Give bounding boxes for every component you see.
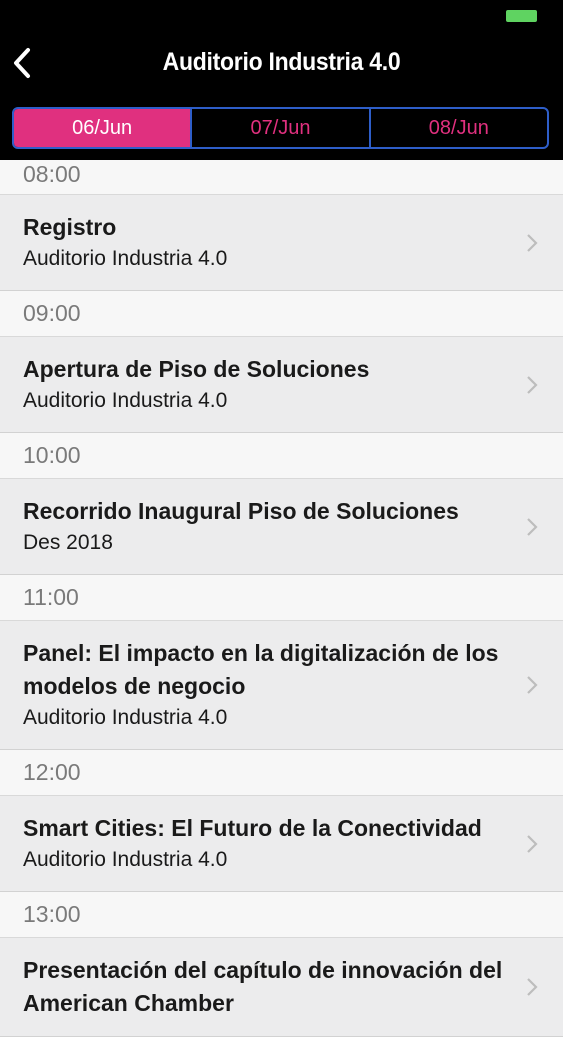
- date-segmented-control: 06/Jun 07/Jun 08/Jun: [12, 107, 549, 149]
- session-title: Apertura de Piso de Soluciones: [23, 356, 370, 382]
- time-header: 13:00: [0, 892, 563, 938]
- session-row[interactable]: Apertura de Piso de Soluciones Auditorio…: [0, 337, 563, 433]
- session-location: Auditorio Industria 4.0: [23, 848, 228, 871]
- app-header: Auditorio Industria 4.0 06/Jun 07/Jun 08…: [0, 0, 563, 160]
- session-row[interactable]: Smart Cities: El Futuro de la Conectivid…: [0, 796, 563, 892]
- session-row[interactable]: Presentación del capítulo de innovación …: [0, 938, 563, 1037]
- chevron-right-icon: [527, 676, 538, 694]
- chevron-right-icon: [527, 834, 538, 853]
- tab-07-jun[interactable]: 07/Jun: [190, 109, 368, 147]
- chevron-right-icon: [527, 517, 538, 536]
- tab-06-jun[interactable]: 06/Jun: [14, 109, 191, 147]
- time-header: 10:00: [0, 433, 563, 479]
- session-row[interactable]: Registro Auditorio Industria 4.0: [0, 195, 563, 291]
- time-header: 08:00: [0, 160, 563, 195]
- session-title: Smart Cities: El Futuro de la Conectivid…: [23, 815, 482, 841]
- session-location: Auditorio Industria 4.0: [23, 247, 228, 270]
- time-header: 09:00: [0, 291, 563, 337]
- session-location: Auditorio Industria 4.0: [23, 706, 228, 729]
- time-header: 12:00: [0, 750, 563, 796]
- session-row[interactable]: Panel: El impacto en la digitalización d…: [0, 621, 563, 750]
- page-title: Auditorio Industria 4.0: [162, 48, 401, 76]
- session-location: Auditorio Industria 4.0: [23, 389, 228, 412]
- session-title: Presentación del capítulo de innovación …: [23, 957, 503, 1016]
- session-location: Des 2018: [23, 531, 113, 554]
- time-header: 11:00: [0, 575, 563, 621]
- chevron-right-icon: [527, 978, 538, 996]
- chevron-right-icon: [527, 233, 538, 252]
- session-title: Registro: [23, 214, 117, 240]
- battery-icon: [506, 10, 537, 22]
- session-title: Panel: El impacto en la digitalización d…: [23, 640, 499, 699]
- session-row[interactable]: Recorrido Inaugural Piso de Soluciones D…: [0, 479, 563, 575]
- session-title: Recorrido Inaugural Piso de Soluciones: [23, 498, 459, 524]
- chevron-right-icon: [527, 375, 538, 394]
- tab-08-jun[interactable]: 08/Jun: [368, 109, 547, 147]
- schedule-list: 08:00 Registro Auditorio Industria 4.0 0…: [0, 160, 563, 1037]
